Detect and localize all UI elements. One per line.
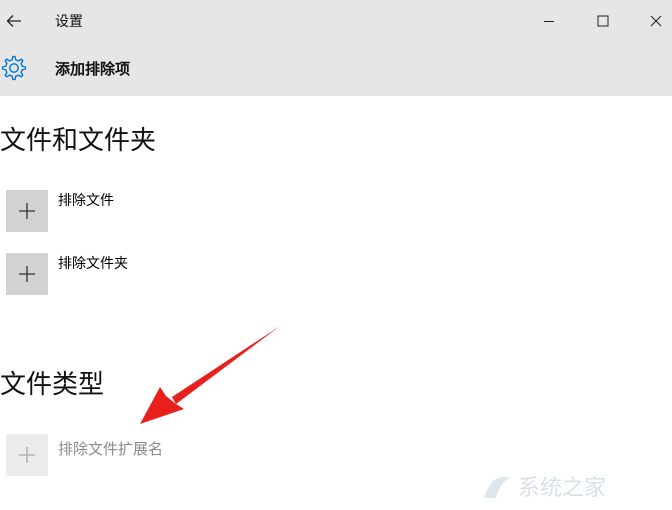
page-title: 添加排除项	[55, 60, 131, 78]
exclude-file-plus-box[interactable]	[6, 190, 48, 232]
title-bar: 设置	[0, 0, 672, 42]
files-folders-heading: 文件和文件夹	[0, 126, 157, 156]
exclude-folder-label: 排除文件夹	[58, 256, 128, 272]
minimize-icon	[544, 21, 554, 22]
minimize-button[interactable]	[523, 0, 575, 42]
exclude-folder-plus-box[interactable]	[6, 253, 48, 295]
exclude-extension-plus-box[interactable]	[6, 434, 48, 476]
close-icon	[650, 15, 662, 27]
exclude-file-label: 排除文件	[58, 193, 114, 209]
watermark-text: 系统之家	[518, 476, 606, 501]
maximize-icon	[597, 15, 609, 27]
exclude-extension-label: 排除文件扩展名	[58, 440, 164, 458]
back-button[interactable]	[0, 0, 28, 42]
back-arrow-icon	[6, 15, 21, 27]
maximize-button[interactable]	[577, 0, 629, 42]
watermark-logo: 系统之家	[484, 476, 606, 501]
page-header: 添加排除项	[0, 42, 672, 96]
close-button[interactable]	[630, 0, 672, 42]
plus-icon	[19, 447, 35, 463]
plus-icon	[19, 203, 35, 219]
gear-icon	[1, 55, 27, 81]
plus-icon	[19, 266, 35, 282]
settings-window: 设置 添加排除项 文件和文件夹 排除文件 排除文件夹 文件类型 排除文件扩展名 …	[0, 0, 672, 510]
file-types-heading: 文件类型	[0, 370, 105, 400]
window-title: 设置	[55, 14, 83, 30]
